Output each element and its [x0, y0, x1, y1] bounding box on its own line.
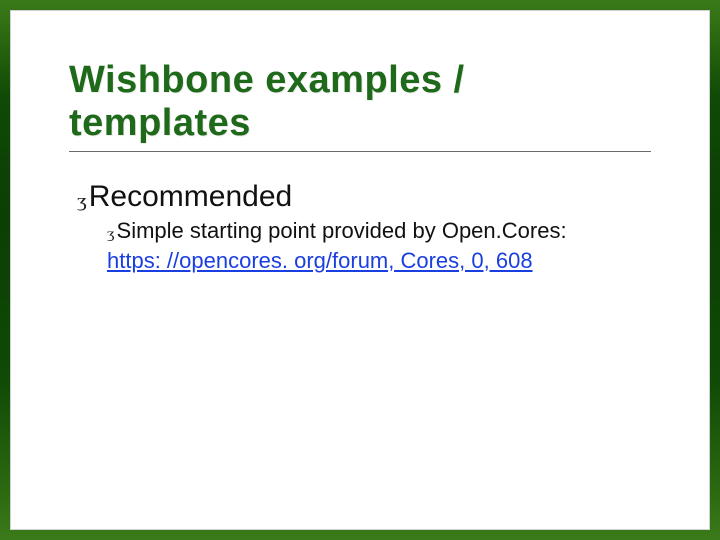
bullet-level2: ʒSimple starting point provided by Open.… [107, 216, 651, 275]
level2-lead: Simple [117, 218, 184, 243]
level2-block: ʒSimple starting point provided by Open.… [107, 216, 627, 275]
level1-text: Recommended [89, 180, 292, 214]
slide-title: Wishbone examples / templates [69, 59, 651, 145]
level2-rest: starting point provided by Open.Cores: [184, 218, 567, 243]
bullet-level1: ʒ Recommended [77, 180, 651, 214]
flourish-bullet-icon: ʒ [107, 227, 115, 241]
slide-frame: Wishbone examples / templates ʒ Recommen… [0, 0, 720, 540]
slide-card: Wishbone examples / templates ʒ Recommen… [10, 10, 710, 530]
title-underline [69, 151, 651, 152]
opencores-link[interactable]: https: //opencores. org/forum, Cores, 0,… [107, 248, 533, 273]
flourish-bullet-icon: ʒ [77, 192, 87, 210]
